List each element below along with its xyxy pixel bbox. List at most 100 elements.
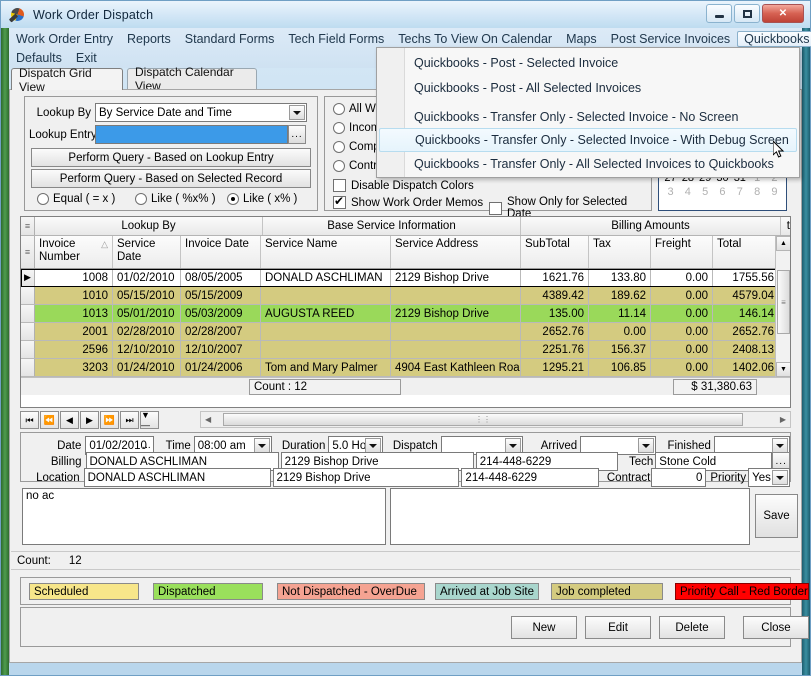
menu-item-post-selected-invoice[interactable]: Quickbooks - Post - Selected Invoice	[406, 51, 797, 75]
work-order-grid[interactable]: ≡ Lookup By Base Service Information Bil…	[20, 216, 791, 408]
menu-work-order-entry[interactable]: Work Order Entry	[9, 31, 120, 47]
chevron-down-icon[interactable]	[365, 438, 382, 453]
nav-next-icon[interactable]: ▶	[80, 411, 99, 429]
lookup-entry-input[interactable]	[95, 125, 288, 144]
work-order-memo-right[interactable]	[390, 488, 750, 545]
location-label: Location	[36, 471, 80, 484]
minimize-button[interactable]	[706, 4, 732, 23]
calendar-day[interactable]: 9	[767, 185, 782, 199]
calendar-day[interactable]: 4	[680, 185, 695, 199]
perform-query-lookup-entry-button[interactable]: Perform Query - Based on Lookup Entry	[31, 148, 311, 167]
nav-prev-page-icon[interactable]: ⏪	[40, 411, 59, 429]
work-order-memo-left[interactable]: no ac	[22, 488, 386, 545]
nav-first-icon[interactable]: ⏮	[20, 411, 39, 429]
scroll-right-icon[interactable]: ▶	[780, 415, 786, 424]
menu-exit[interactable]: Exit	[69, 50, 104, 66]
lookup-entry-browse-button[interactable]: ...	[288, 125, 306, 144]
perform-query-selected-record-button[interactable]: Perform Query - Based on Selected Record	[31, 169, 311, 188]
table-row[interactable]: 3203 01/24/2010 01/24/2006 Tom and Mary …	[21, 359, 790, 377]
table-row[interactable]: 2001 02/28/2010 02/28/2007 2652.76 0.00 …	[21, 323, 790, 341]
chevron-down-icon[interactable]	[253, 438, 270, 453]
chevron-down-icon[interactable]	[504, 438, 521, 453]
column-header-invoice-number[interactable]: Invoice Number △	[35, 236, 113, 268]
match-mode-like-prefix[interactable]: Like ( x% )	[227, 193, 297, 205]
app-logo-icon	[8, 5, 27, 24]
location-phone-input[interactable]: 214-448-6229	[461, 468, 600, 487]
table-row[interactable]: 1013 05/01/2010 05/03/2009 AUGUSTA REED …	[21, 305, 790, 323]
menu-standard-forms[interactable]: Standard Forms	[178, 31, 282, 47]
contract-input[interactable]: 0	[651, 468, 707, 487]
chevron-down-icon[interactable]	[638, 438, 655, 453]
menu-defaults[interactable]: Defaults	[9, 50, 69, 66]
menu-item-transfer-only-all-selected-invoices[interactable]: Quickbooks - Transfer Only - All Selecte…	[406, 152, 797, 176]
nav-prev-icon[interactable]: ◀	[60, 411, 79, 429]
match-mode-like-both[interactable]: Like ( %x% )	[135, 193, 216, 205]
column-header-invoice-date[interactable]: Invoice Date	[181, 236, 261, 268]
table-row[interactable]: 1010 05/15/2010 05/15/2009 4389.42 189.6…	[21, 287, 790, 305]
menu-item-transfer-only-selected-invoice-no-screen[interactable]: Quickbooks - Transfer Only - Selected In…	[406, 105, 797, 129]
group-header-base-service-information[interactable]: Base Service Information	[263, 217, 521, 235]
calendar-day[interactable]: 7	[732, 185, 747, 199]
match-mode-equal[interactable]: Equal ( = x )	[37, 193, 115, 205]
calendar-day[interactable]: 5	[698, 185, 713, 199]
nav-next-page-icon[interactable]: ⏩	[100, 411, 119, 429]
table-row[interactable]: ▶ 1008 01/02/2010 08/05/2005 DONALD ASCH…	[21, 269, 790, 287]
column-header-freight[interactable]: Freight	[651, 236, 713, 268]
menu-item-transfer-only-selected-invoice-with-debug-screen[interactable]: Quickbooks - Transfer Only - Selected In…	[379, 128, 797, 152]
column-header-service-address[interactable]: Service Address	[391, 236, 521, 268]
calendar-week-row[interactable]: 3 4 5 6 7 8 9	[659, 185, 786, 199]
save-button[interactable]: Save	[755, 494, 798, 538]
cell-invoice-number: 1013	[35, 305, 113, 322]
menu-post-service-invoices[interactable]: Post Service Invoices	[604, 31, 738, 47]
location-name-input[interactable]: DONALD ASCHLIMAN	[83, 468, 271, 487]
checkbox-show-work-order-memos[interactable]: Show Work Order Memos	[333, 194, 483, 209]
tab-dispatch-grid-view[interactable]: Dispatch Grid View	[11, 66, 123, 94]
chevron-down-icon[interactable]	[771, 438, 788, 453]
new-button[interactable]: New	[511, 616, 577, 639]
radio-dot-icon	[227, 193, 239, 205]
grid-vertical-scrollbar[interactable]: ▲ ≡ ▼	[775, 236, 790, 377]
checkbox-disable-dispatch-colors[interactable]: Disable Dispatch Colors	[333, 179, 474, 192]
calendar-day[interactable]: 6	[715, 185, 730, 199]
menu-quickbooks[interactable]: Quickbooks	[737, 30, 811, 47]
tab-dispatch-calendar-view[interactable]: Dispatch Calendar View	[127, 65, 257, 93]
menu-maps[interactable]: Maps	[559, 31, 604, 47]
scroll-thumb[interactable]: ≡	[777, 270, 790, 334]
scroll-up-icon[interactable]: ▲	[776, 236, 790, 251]
location-address-input[interactable]: 2129 Bishop Drive	[272, 468, 460, 487]
filter-icon[interactable]: ▼—	[140, 410, 159, 430]
column-header-service-date[interactable]: Service Date	[113, 236, 181, 268]
priority-select[interactable]: Yes	[748, 468, 790, 487]
chevron-down-icon[interactable]	[289, 105, 305, 120]
lookup-by-select[interactable]: By Service Date and Time	[95, 103, 307, 122]
menu-item-post-all-selected-invoices[interactable]: Quickbooks - Post - All Selected Invoice…	[406, 76, 797, 100]
grid-total-summary: $ 31,380.63	[673, 378, 757, 395]
hscroll-thumb[interactable]: ⋮⋮	[223, 413, 743, 426]
calendar-day[interactable]: 8	[750, 185, 765, 199]
column-header-subtotal[interactable]: SubTotal	[521, 236, 589, 268]
close-button[interactable]: ✕	[762, 4, 804, 23]
scroll-down-icon[interactable]: ▼	[776, 362, 790, 377]
grid-horizontal-scrollbar[interactable]: ◀ ⋮⋮ ▶	[200, 411, 791, 428]
close-form-button[interactable]: Close	[743, 616, 809, 639]
column-header-total[interactable]: Total	[713, 236, 779, 268]
menu-tech-field-forms[interactable]: Tech Field Forms	[281, 31, 391, 47]
group-header-lookup-by[interactable]: Lookup By	[35, 217, 263, 235]
edit-button[interactable]: Edit	[585, 616, 651, 639]
delete-button[interactable]: Delete	[659, 616, 725, 639]
column-header-tax[interactable]: Tax	[589, 236, 651, 268]
menu-reports[interactable]: Reports	[120, 31, 178, 47]
maximize-button[interactable]	[734, 4, 760, 23]
chevron-down-icon[interactable]	[772, 470, 788, 485]
grid-body[interactable]: ▶ 1008 01/02/2010 08/05/2005 DONALD ASCH…	[21, 269, 790, 377]
date-picker-icon[interactable]: ...	[142, 440, 150, 451]
nav-last-icon[interactable]: ⏭	[120, 411, 139, 429]
table-row[interactable]: 2596 12/10/2010 12/10/2007 2251.76 156.3…	[21, 341, 790, 359]
column-header-service-name[interactable]: Service Name	[261, 236, 391, 268]
group-header-timing[interactable]: tir	[781, 217, 790, 235]
scroll-left-icon[interactable]: ◀	[205, 415, 211, 424]
menu-techs-to-view-on-calendar[interactable]: Techs To View On Calendar	[391, 31, 559, 47]
quickbooks-dropdown-menu[interactable]: Quickbooks - Post - Selected Invoice Qui…	[376, 47, 800, 178]
group-header-billing-amounts[interactable]: Billing Amounts	[521, 217, 781, 235]
calendar-day[interactable]: 3	[663, 185, 678, 199]
